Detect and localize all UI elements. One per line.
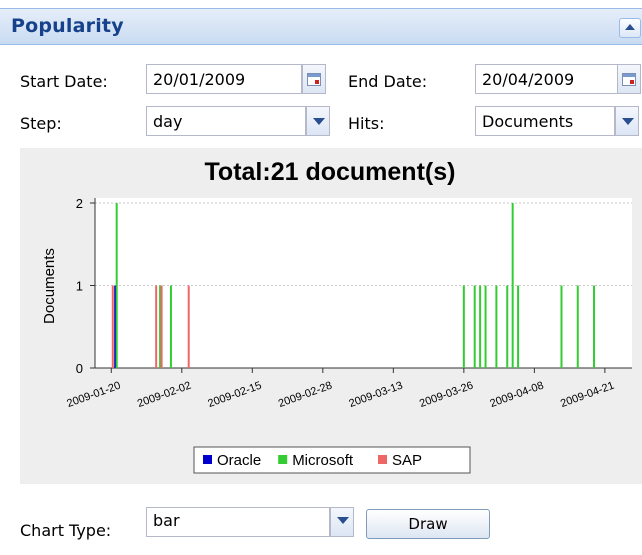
x-tick-label: 2009-02-28 bbox=[277, 380, 334, 411]
chevron-down-icon bbox=[622, 118, 634, 125]
bar-microsoft bbox=[484, 285, 487, 368]
bar-microsoft bbox=[511, 203, 514, 368]
step-select[interactable]: day bbox=[146, 106, 306, 136]
popularity-panel: Popularity Start Date: 20/01/2009 End Da… bbox=[0, 0, 642, 555]
x-tick-label: 2009-02-02 bbox=[136, 380, 193, 411]
bar-microsoft bbox=[479, 285, 482, 368]
bar-microsoft bbox=[576, 285, 579, 368]
legend-label: SAP bbox=[392, 452, 422, 469]
plot-background bbox=[95, 198, 632, 368]
chart-type-label: Chart Type: bbox=[20, 521, 112, 540]
chart-title: Total:21 document(s) bbox=[205, 158, 456, 186]
collapse-icon[interactable] bbox=[619, 18, 641, 38]
bar-microsoft bbox=[593, 285, 596, 368]
calendar-icon bbox=[622, 73, 636, 86]
bar-sap bbox=[155, 285, 158, 368]
bar-sap bbox=[160, 285, 163, 368]
start-date-label: Start Date: bbox=[20, 72, 108, 91]
bar-microsoft bbox=[115, 203, 118, 368]
start-date-field[interactable]: 20/01/2009 bbox=[146, 64, 302, 94]
end-date-value: 20/04/2009 bbox=[482, 70, 575, 89]
bar-microsoft bbox=[473, 285, 476, 368]
y-axis-title: Documents bbox=[41, 248, 58, 324]
y-tick-label: 1 bbox=[76, 279, 83, 294]
step-dropdown-button[interactable] bbox=[306, 106, 330, 136]
x-tick-label: 2009-01-20 bbox=[65, 380, 122, 411]
step-value: day bbox=[153, 112, 183, 131]
legend-label: Oracle bbox=[217, 452, 261, 469]
x-tick-label: 2009-03-26 bbox=[418, 380, 475, 411]
chart-type-value: bar bbox=[153, 511, 180, 530]
start-date-picker[interactable] bbox=[302, 64, 326, 94]
legend-swatch bbox=[378, 455, 387, 464]
x-tick-label: 2009-04-21 bbox=[559, 380, 616, 411]
bar-sap bbox=[111, 285, 114, 368]
step-label: Step: bbox=[20, 114, 62, 133]
panel-title: Popularity bbox=[11, 15, 124, 37]
chevron-down-icon bbox=[313, 118, 325, 125]
hits-dropdown-button[interactable] bbox=[615, 106, 639, 136]
hits-value: Documents bbox=[482, 112, 574, 131]
end-date-picker[interactable] bbox=[617, 64, 641, 94]
hits-label: Hits: bbox=[348, 114, 385, 133]
legend-swatch bbox=[278, 455, 288, 464]
end-date-field[interactable]: 20/04/2009 bbox=[475, 64, 618, 94]
start-date-value: 20/01/2009 bbox=[153, 70, 246, 89]
bar-microsoft bbox=[495, 285, 498, 368]
chart-svg: Total:21 document(s) Documents 0 1 2 2009-0… bbox=[41, 158, 632, 474]
x-tick-label: 2009-02-15 bbox=[206, 380, 263, 411]
x-tick-label: 2009-04-08 bbox=[488, 380, 545, 411]
end-date-label: End Date: bbox=[348, 72, 428, 91]
chart-area: Total:21 document(s) Documents 0 1 2 2009-0… bbox=[20, 148, 642, 484]
x-tick-label: 2009-03-13 bbox=[347, 380, 404, 411]
panel-header: Popularity bbox=[0, 8, 642, 45]
chart-type-select[interactable]: bar bbox=[146, 507, 330, 537]
bar-microsoft bbox=[462, 285, 465, 368]
draw-button[interactable]: Draw bbox=[366, 509, 490, 539]
y-tick-label: 0 bbox=[76, 361, 83, 376]
chart-type-dropdown-button[interactable] bbox=[330, 507, 354, 537]
y-tick-label: 2 bbox=[76, 196, 83, 211]
chevron-down-icon bbox=[337, 517, 349, 524]
bar-microsoft bbox=[169, 285, 172, 368]
bar-microsoft bbox=[560, 285, 563, 368]
hits-select[interactable]: Documents bbox=[475, 106, 615, 136]
legend-swatch bbox=[203, 455, 212, 464]
bar-microsoft bbox=[517, 285, 520, 368]
bar-sap bbox=[187, 285, 190, 368]
legend-label: Microsoft bbox=[292, 452, 354, 469]
calendar-icon bbox=[307, 73, 321, 86]
bar-microsoft bbox=[506, 285, 509, 368]
